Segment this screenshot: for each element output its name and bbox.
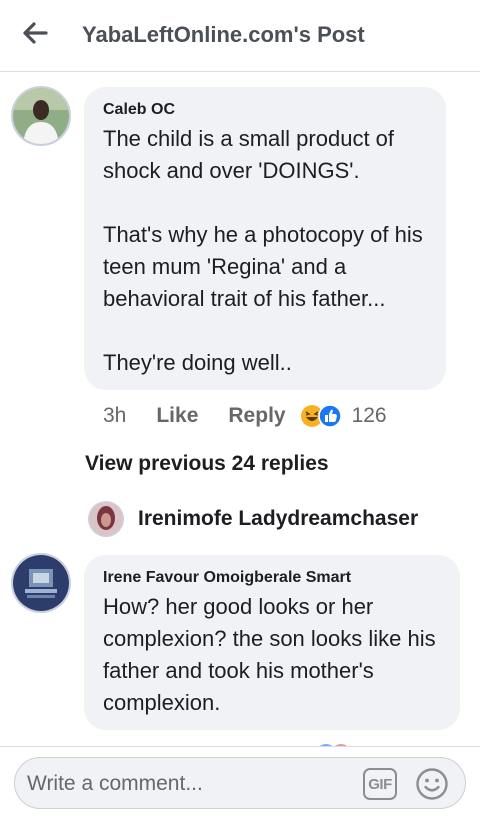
gif-button[interactable]: GIF	[363, 768, 397, 800]
back-button[interactable]	[20, 18, 50, 48]
reply-preview-author: Irenimofe Ladydreamchaser	[138, 507, 419, 530]
comment-composer-bar: GIF	[0, 746, 480, 818]
avatar	[88, 501, 124, 537]
comment-timestamp[interactable]: 3h	[103, 404, 126, 428]
reaction-summary[interactable]	[300, 404, 342, 428]
comment-author[interactable]: Irene Favour Omoigberale Smart	[103, 569, 351, 587]
view-previous-replies[interactable]: View previous 24 replies	[85, 452, 329, 476]
comment-text: How? her good looks or her complexion? t…	[103, 594, 436, 715]
reply-button[interactable]: Reply	[228, 404, 285, 428]
reaction-count[interactable]: 126	[352, 404, 387, 428]
avatar[interactable]	[11, 86, 71, 146]
page-title: YabaLeftOnline.com's Post	[82, 22, 365, 47]
comment-bubble: Irene Favour Omoigberale Smart How? her …	[84, 555, 460, 730]
like-reaction-icon	[317, 404, 342, 428]
like-button[interactable]: Like	[156, 404, 198, 428]
comment-composer: GIF	[14, 757, 466, 809]
comment-text: The child is a small product of shock an…	[103, 126, 423, 375]
top-bar: YabaLeftOnline.com's Post	[0, 0, 480, 72]
smiley-icon[interactable]	[415, 767, 449, 801]
comment-bubble: Caleb OC The child is a small product of…	[84, 87, 446, 390]
comment-actions: 3h Like Reply 126	[103, 400, 387, 432]
comment-author[interactable]: Caleb OC	[103, 101, 175, 119]
avatar[interactable]	[11, 553, 71, 613]
back-arrow-icon	[23, 22, 48, 44]
comment-input[interactable]	[27, 770, 347, 798]
reply-preview[interactable]: Irenimofe Ladydreamchaser	[88, 500, 418, 538]
